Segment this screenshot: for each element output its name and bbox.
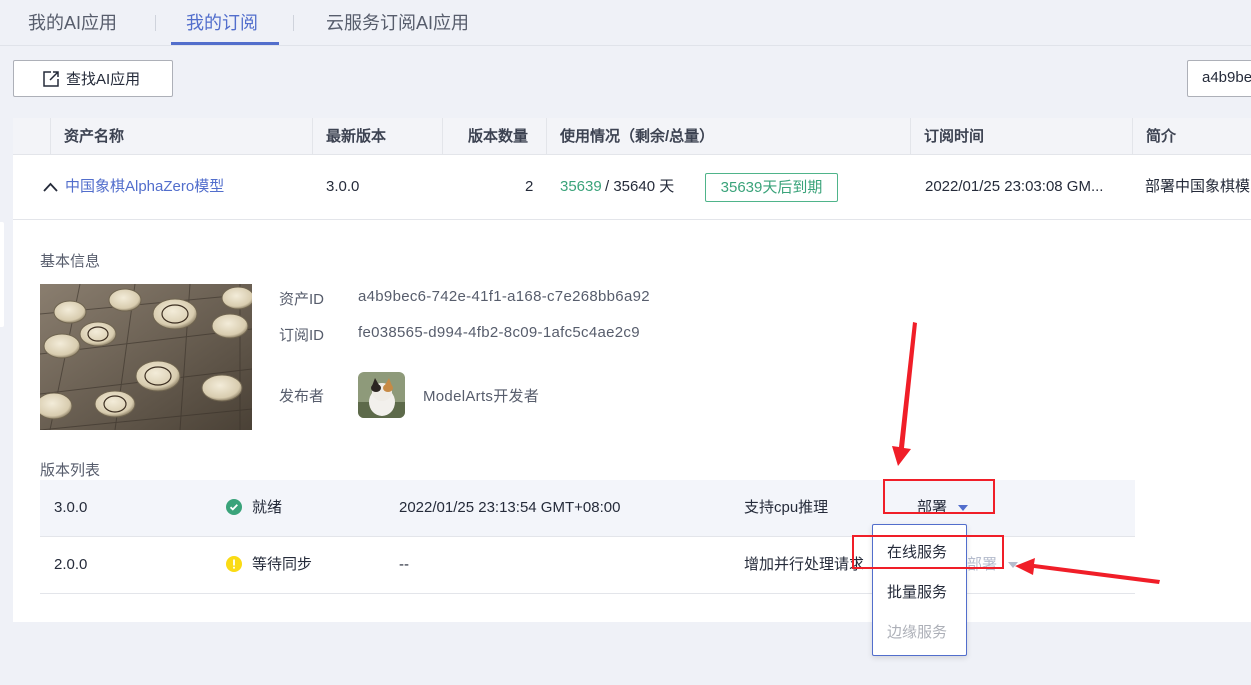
column-divider xyxy=(1132,118,1133,155)
latest-version: 3.0.0 xyxy=(326,178,360,195)
usage-total: / 35640 天 xyxy=(605,178,675,195)
tab-divider xyxy=(155,15,156,31)
column-divider xyxy=(442,118,443,155)
tab-my-subscriptions[interactable]: 我的订阅 xyxy=(186,0,258,46)
find-ai-app-label: 查找AI应用 xyxy=(66,71,141,88)
column-version-count: 版本数量 xyxy=(468,128,529,145)
subscription-id-value: fe038565-d994-4fb2-8c09-1afc5c4ae2c9 xyxy=(358,324,640,341)
expiry-badge: 35639天后到期 xyxy=(705,173,838,202)
usage-remaining: 35639 xyxy=(560,178,602,195)
table-row: 中国象棋AlphaZero模型 3.0.0 2 35639 / 35640 天 … xyxy=(13,155,1251,220)
menu-item-batch-service[interactable]: 批量服务 xyxy=(887,581,947,602)
column-subscribe-time: 订阅时间 xyxy=(924,128,985,145)
check-circle-icon xyxy=(226,499,242,515)
subscribe-time: 2022/01/25 23:03:08 GM... xyxy=(925,178,1104,195)
column-divider xyxy=(312,118,313,155)
publisher-name: ModelArts开发者 xyxy=(423,388,540,405)
tab-cloud-service-subscriptions[interactable]: 云服务订阅AI应用 xyxy=(326,0,469,46)
tab-my-ai-apps[interactable]: 我的AI应用 xyxy=(28,0,117,46)
find-ai-app-button[interactable]: 查找AI应用 xyxy=(13,60,173,97)
basic-info-title: 基本信息 xyxy=(40,253,101,270)
version-number: 2.0.0 xyxy=(54,556,88,573)
tab-divider xyxy=(293,15,294,31)
version-description: 支持cpu推理 xyxy=(744,499,829,516)
publisher-label: 发布者 xyxy=(279,388,325,405)
external-link-icon xyxy=(43,70,59,87)
column-divider xyxy=(910,118,911,155)
version-time: 2022/01/25 23:13:54 GMT+08:00 xyxy=(399,499,621,516)
asset-name-link[interactable]: 中国象棋AlphaZero模型 xyxy=(65,177,224,197)
column-asset-name: 资产名称 xyxy=(64,128,125,145)
version-count: 2 xyxy=(525,178,534,195)
warning-circle-icon xyxy=(226,556,242,572)
version-status: 就绪 xyxy=(252,499,283,516)
subscription-table-panel: 资产名称 最新版本 版本数量 使用情况（剩余/总量） 订阅时间 简介 中国象棋A… xyxy=(13,118,1251,622)
version-time: -- xyxy=(399,556,409,573)
subscription-tabs: 我的AI应用 我的订阅 云服务订阅AI应用 xyxy=(0,0,1251,46)
version-description: 增加并行处理请求 xyxy=(744,556,865,573)
column-divider xyxy=(546,118,547,155)
menu-item-edge-service: 边缘服务 xyxy=(887,624,948,641)
search-input[interactable]: a4b9bec6 xyxy=(1187,60,1251,97)
active-tab-indicator xyxy=(171,42,279,45)
subscription-id-label: 订阅ID xyxy=(279,327,325,344)
caret-down-icon xyxy=(1008,562,1019,568)
publisher-avatar xyxy=(358,372,405,418)
asset-id-label: 资产ID xyxy=(279,291,325,308)
asset-id-value: a4b9bec6-742e-41f1-a168-c7e268bb6a92 xyxy=(358,288,650,305)
column-usage: 使用情况（剩余/总量） xyxy=(560,128,715,145)
chevron-up-icon[interactable] xyxy=(42,181,59,193)
version-list-title: 版本列表 xyxy=(40,462,101,479)
annotation-box-deploy xyxy=(883,479,995,514)
table-header: 资产名称 最新版本 版本数量 使用情况（剩余/总量） 订阅时间 简介 xyxy=(13,118,1251,155)
version-number[interactable]: 3.0.0 xyxy=(54,498,87,518)
model-thumbnail-image xyxy=(40,284,252,430)
column-divider xyxy=(50,118,51,155)
side-handle xyxy=(0,222,4,327)
annotation-box-online-service xyxy=(852,535,1004,569)
intro-text: 部署中国象棋模 xyxy=(1145,178,1251,195)
column-latest-version: 最新版本 xyxy=(326,128,387,145)
version-status: 等待同步 xyxy=(252,556,313,573)
column-intro: 简介 xyxy=(1146,128,1177,145)
